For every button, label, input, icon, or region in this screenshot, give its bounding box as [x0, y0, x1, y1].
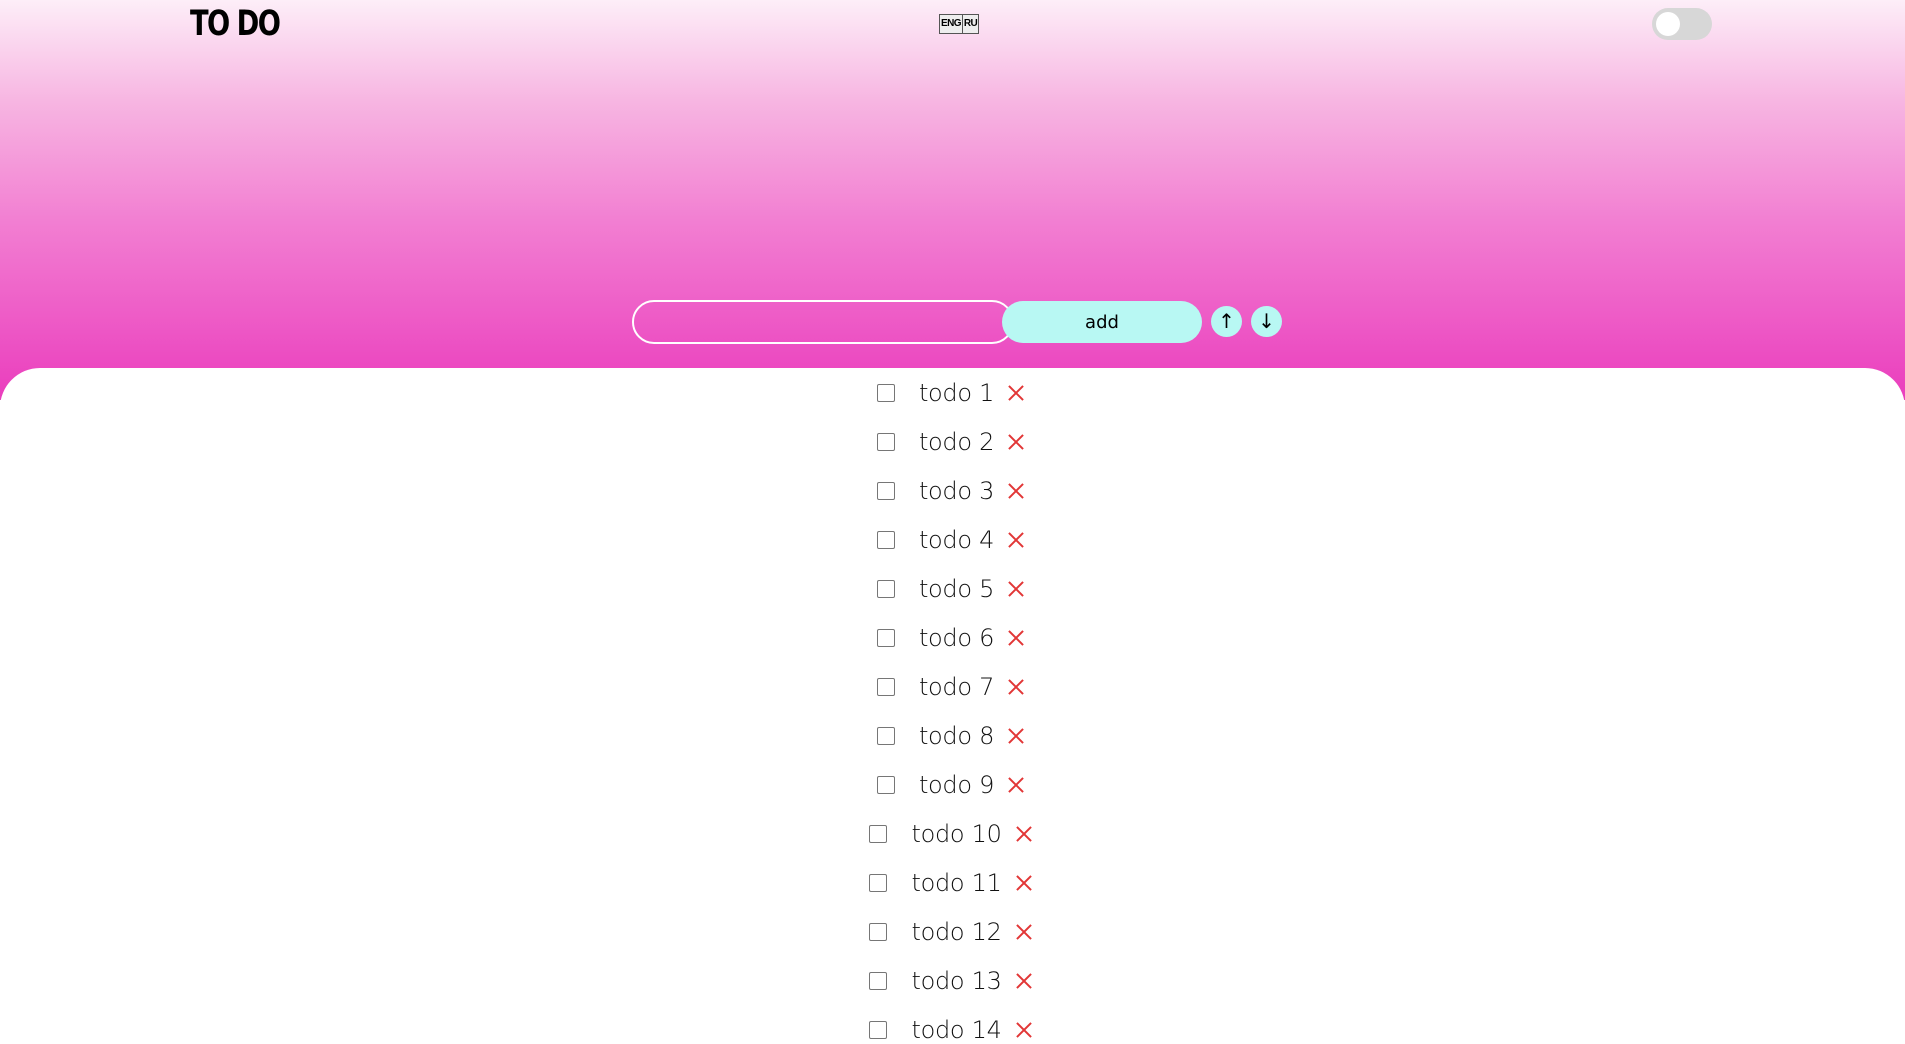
delete-icon[interactable]: [1008, 728, 1024, 744]
todo-text: todo 12: [911, 918, 1002, 946]
todo-list-panel: todo 1 todo 2 todo 3 todo 4 todo 5 todo 6 todo…: [0, 368, 1905, 1044]
todo-item: todo 5: [0, 569, 1905, 609]
todo-text: todo 6: [918, 624, 995, 652]
todo-input[interactable]: [632, 300, 1014, 344]
delete-icon[interactable]: [1016, 973, 1032, 989]
lang-ru-button[interactable]: RU: [962, 14, 980, 34]
delete-icon[interactable]: [1008, 434, 1024, 450]
todo-checkbox[interactable]: [869, 825, 888, 843]
delete-icon[interactable]: [1008, 483, 1024, 499]
todo-checkbox[interactable]: [869, 972, 888, 990]
todo-item: todo 8: [0, 716, 1905, 756]
todo-text: todo 10: [911, 820, 1002, 848]
todo-text: todo 14: [911, 1016, 1002, 1044]
todo-item: todo 14: [0, 1010, 1905, 1044]
todo-checkbox[interactable]: [876, 727, 895, 745]
todo-text: todo 11: [911, 869, 1002, 897]
theme-toggle[interactable]: [1652, 8, 1712, 40]
todo-item: todo 12: [0, 912, 1905, 952]
todo-checkbox[interactable]: [876, 531, 895, 549]
todo-item: todo 13: [0, 961, 1905, 1001]
language-switcher: ENG RU: [939, 14, 980, 34]
delete-icon[interactable]: [1008, 679, 1024, 695]
todo-text: todo 1: [918, 379, 995, 407]
todo-item: todo 10: [0, 814, 1905, 854]
delete-icon[interactable]: [1008, 385, 1024, 401]
todo-text: todo 9: [918, 771, 995, 799]
todo-item: todo 1: [0, 373, 1905, 413]
todo-item: todo 2: [0, 422, 1905, 462]
todo-text: todo 3: [918, 477, 995, 505]
lang-eng-button[interactable]: ENG: [939, 14, 963, 34]
todo-checkbox[interactable]: [876, 776, 895, 794]
todo-checkbox[interactable]: [869, 1021, 888, 1039]
todo-checkbox[interactable]: [876, 629, 895, 647]
delete-icon[interactable]: [1008, 532, 1024, 548]
todo-item: todo 7: [0, 667, 1905, 707]
page: TO DO ENG RU add ↑ ↓ todo 1 todo 2 todo 3t…: [0, 0, 1905, 1044]
todo-checkbox[interactable]: [869, 874, 888, 892]
todo-item: todo 11: [0, 863, 1905, 903]
todo-checkbox[interactable]: [876, 482, 895, 500]
todo-item: todo 3: [0, 471, 1905, 511]
todo-text: todo 5: [918, 575, 995, 603]
delete-icon[interactable]: [1008, 630, 1024, 646]
todo-checkbox[interactable]: [869, 923, 888, 941]
delete-icon[interactable]: [1016, 924, 1032, 940]
header-gradient: TO DO ENG RU add ↑ ↓: [0, 0, 1905, 400]
todo-item: todo 4: [0, 520, 1905, 560]
todo-text: todo 2: [918, 428, 995, 456]
todo-item: todo 9: [0, 765, 1905, 805]
delete-icon[interactable]: [1016, 826, 1032, 842]
delete-icon[interactable]: [1008, 777, 1024, 793]
app-logo: TO DO: [190, 4, 281, 44]
add-button[interactable]: add: [1002, 301, 1202, 343]
todo-text: todo 7: [918, 673, 995, 701]
todo-text: todo 4: [918, 526, 995, 554]
toggle-knob: [1656, 12, 1680, 36]
todo-text: todo 8: [918, 722, 995, 750]
todo-item: todo 6: [0, 618, 1905, 658]
delete-icon[interactable]: [1016, 875, 1032, 891]
todo-checkbox[interactable]: [876, 580, 895, 598]
delete-icon[interactable]: [1008, 581, 1024, 597]
todo-text: todo 13: [911, 967, 1002, 995]
sort-down-button[interactable]: ↓: [1251, 306, 1282, 337]
sort-up-button[interactable]: ↑: [1211, 306, 1242, 337]
todo-checkbox[interactable]: [876, 384, 895, 402]
todo-checkbox[interactable]: [876, 678, 895, 696]
todo-checkbox[interactable]: [876, 433, 895, 451]
delete-icon[interactable]: [1016, 1022, 1032, 1038]
